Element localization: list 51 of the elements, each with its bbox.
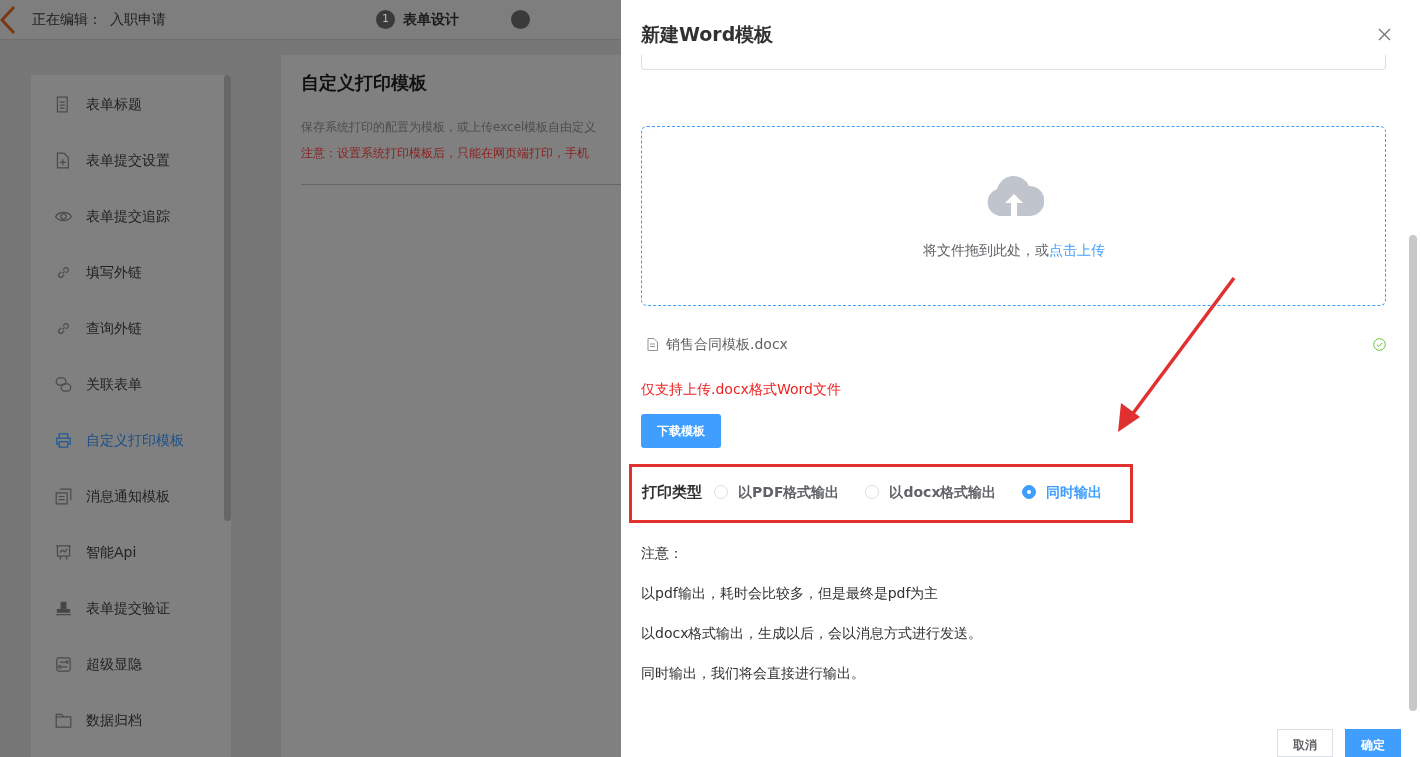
sidebar-item[interactable]: 表单标题 — [31, 76, 221, 132]
sidebar-item[interactable]: 超级显隐 — [31, 636, 221, 692]
download-template-button[interactable]: 下载模板 — [641, 414, 721, 448]
folder-icon — [55, 711, 72, 729]
upload-area[interactable]: 将文件拖到此处，或点击上传 — [641, 126, 1386, 306]
check-circle-icon — [1373, 338, 1386, 351]
sidebar-item[interactable]: 表单提交设置 — [31, 132, 221, 188]
upload-prompt: 将文件拖到此处，或点击上传 — [922, 240, 1105, 260]
sidebar-item[interactable]: 查询外链 — [31, 300, 221, 356]
sidebar-item[interactable]: 表单提交追踪 — [31, 188, 221, 244]
file-name: 销售合同模板.docx — [666, 335, 789, 354]
back-icon[interactable] — [0, 4, 16, 35]
scrollbar[interactable] — [224, 75, 231, 521]
hint-text: 仅支持上传.docx格式Word文件 — [641, 380, 842, 399]
step-number-icon — [511, 10, 530, 29]
sidebar-item[interactable]: 消息通知模板 — [31, 468, 221, 524]
editing-label: 正在编辑： — [32, 10, 102, 29]
form-name: 入职申请 — [110, 10, 166, 29]
note-text: 同时输出，我们将会直接进行输出。 — [641, 663, 866, 683]
file-plus-icon — [55, 151, 72, 169]
radio-option[interactable]: 以docx格式输出 — [865, 481, 1009, 503]
sidebar-item[interactable]: 填写外链 — [31, 244, 221, 300]
sidebar-item[interactable]: 智能Api — [31, 524, 221, 580]
sidebar-item[interactable]: 表单提交验证 — [31, 580, 221, 636]
stamp-icon — [55, 599, 72, 617]
note-text: 以pdf输出，耗时会比较多，但是最终是pdf为主 — [641, 583, 940, 603]
sidebar-item[interactable]: 关联表单 — [31, 356, 221, 412]
radio-option[interactable]: 以PDF格式输出 — [714, 481, 852, 503]
note-text: 注意： — [641, 543, 684, 563]
settings-icon — [55, 655, 72, 673]
upload-link[interactable]: 点击上传 — [1048, 241, 1105, 258]
sidebar-item[interactable]: 数据归档 — [31, 692, 221, 748]
page-title: 自定义打印模板 — [301, 71, 428, 95]
radio-option[interactable]: 同时输出 — [1022, 481, 1115, 503]
presentation-icon — [55, 543, 72, 561]
field-label: 打印类型 — [642, 482, 702, 503]
sidebar-item[interactable]: 自定义打印模板 — [31, 412, 221, 468]
close-icon[interactable] — [1378, 28, 1391, 41]
document-icon — [647, 338, 658, 351]
copy-icon — [55, 487, 72, 505]
cancel-button[interactable]: 取消 — [1277, 729, 1333, 757]
note-text: 以docx格式输出，生成以后，会以消息方式进行发送。 — [641, 623, 984, 643]
linked-rings-icon — [55, 375, 72, 393]
dialog-title: 新建Word模板 — [641, 22, 774, 48]
printer-icon — [55, 431, 72, 449]
scrollbar[interactable] — [1409, 235, 1417, 711]
input-field[interactable] — [641, 55, 1386, 70]
radio-icon[interactable] — [1022, 485, 1037, 500]
step-label[interactable]: 表单设计 — [403, 9, 459, 30]
confirm-button[interactable]: 确定 — [1345, 729, 1401, 757]
step-number: 1 — [376, 10, 395, 29]
